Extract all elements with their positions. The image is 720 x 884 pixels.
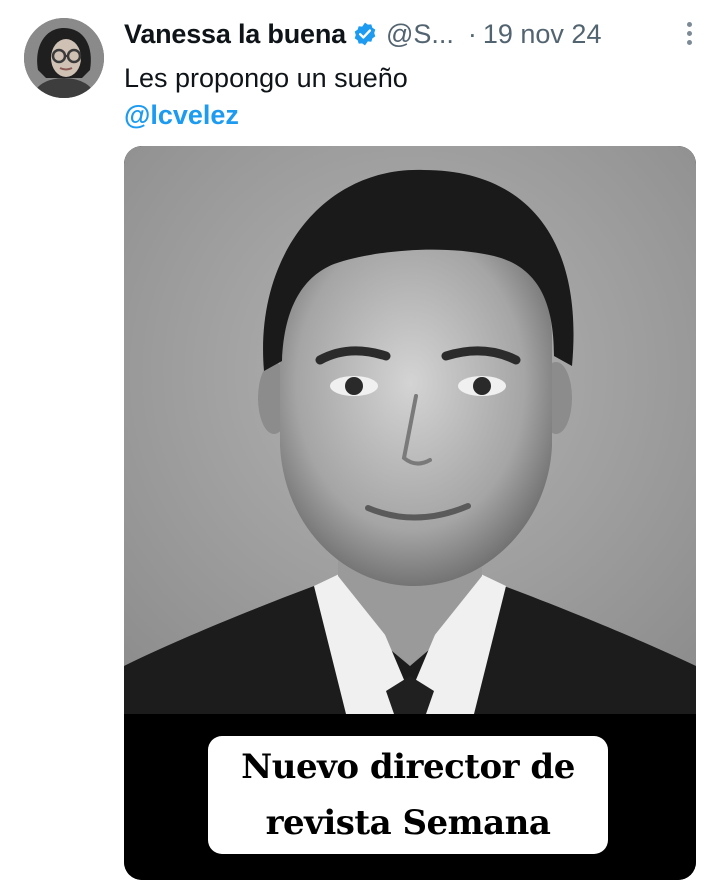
tweet-text: Les propongo un sueño: [124, 63, 408, 93]
media-image[interactable]: Nuevo director de revista Semana: [124, 146, 696, 880]
caption-line-2: revista Semana: [265, 803, 551, 843]
verified-badge-icon: [352, 21, 378, 47]
caption-band: Nuevo director de revista Semana: [124, 714, 696, 880]
caption-line-1: Nuevo director de: [241, 747, 575, 787]
tweet[interactable]: Vanessa la buena @S... · 19 nov 24 Les p…: [0, 0, 720, 884]
more-options-icon[interactable]: [684, 22, 694, 50]
tweet-header: Vanessa la buena @S... · 19 nov 24: [124, 14, 700, 54]
caption-box: Nuevo director de revista Semana: [208, 736, 608, 854]
display-name[interactable]: Vanessa la buena: [124, 19, 346, 50]
portrait-photo: [124, 146, 696, 714]
post-date[interactable]: 19 nov 24: [483, 19, 602, 50]
separator-dot: ·: [467, 18, 477, 49]
mention-link[interactable]: @lcvelez: [124, 97, 239, 133]
handle[interactable]: @S...: [386, 19, 454, 50]
avatar[interactable]: [24, 18, 104, 98]
